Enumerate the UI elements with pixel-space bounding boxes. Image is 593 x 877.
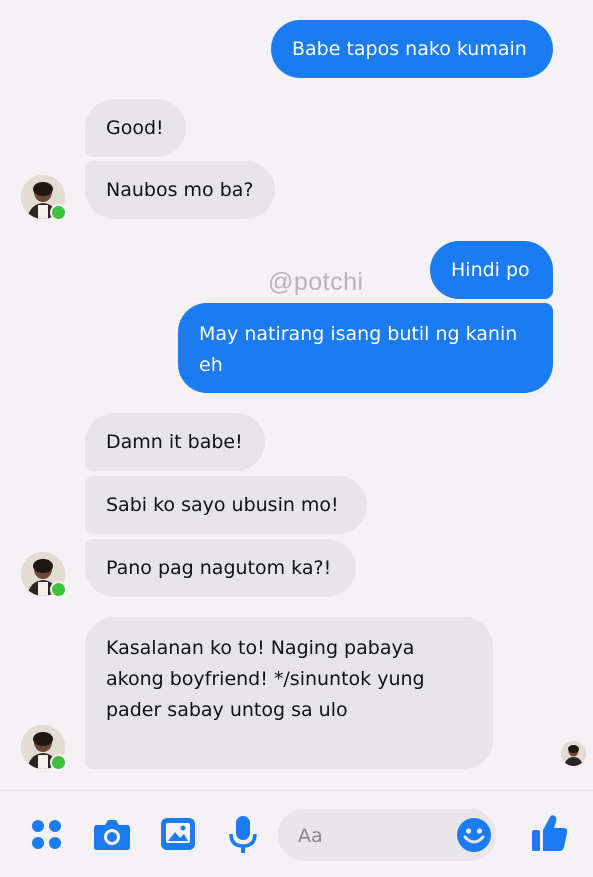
message-text: Naubos mo ba? <box>106 178 254 201</box>
message-text: May natirang isang butil ng kanin eh <box>199 323 518 376</box>
contact-avatar[interactable] <box>21 725 67 771</box>
message-bubble-incoming[interactable]: Sabi ko sayo ubusin mo! <box>85 476 367 534</box>
message-text: Kasalanan ko to! Naging pabaya akong boy… <box>106 637 425 721</box>
message-composer <box>0 790 593 877</box>
message-text: Babe tapos nako kumain <box>292 37 527 60</box>
contact-avatar[interactable] <box>21 175 67 221</box>
message-text: Damn it babe! <box>106 430 243 453</box>
message-bubble-incoming[interactable]: Damn it babe! <box>85 413 265 471</box>
message-text: Good! <box>106 116 164 139</box>
gallery-icon[interactable] <box>160 817 196 851</box>
online-status-dot <box>50 581 67 598</box>
message-bubble-incoming[interactable]: Naubos mo ba? <box>85 161 275 219</box>
message-bubble-outgoing[interactable]: Hindi po <box>430 241 553 299</box>
message-input[interactable] <box>296 821 450 851</box>
thumbs-up-icon[interactable] <box>531 813 569 853</box>
message-text: Pano pag nagutom ka?! <box>106 556 332 579</box>
message-bubble-incoming[interactable]: Kasalanan ko to! Naging pabaya akong boy… <box>85 617 493 769</box>
message-input-container <box>278 809 496 861</box>
emoji-icon[interactable] <box>456 817 492 853</box>
seen-avatar-photo <box>561 741 586 766</box>
online-status-dot <box>50 204 67 221</box>
watermark-text: @potchi <box>268 268 364 296</box>
online-status-dot <box>50 754 67 771</box>
message-text: Hindi po <box>451 258 530 281</box>
message-bubble-outgoing[interactable]: May natirang isang butil ng kanin eh <box>178 303 553 393</box>
message-text: Sabi ko sayo ubusin mo! <box>106 493 339 516</box>
contact-avatar[interactable] <box>21 552 67 598</box>
message-bubble-outgoing[interactable]: Babe tapos nako kumain <box>271 20 553 78</box>
message-bubble-incoming[interactable]: Good! <box>85 99 186 157</box>
seen-receipt-avatar <box>561 741 586 766</box>
message-bubble-incoming[interactable]: Pano pag nagutom ka?! <box>85 539 356 597</box>
microphone-icon[interactable] <box>228 815 258 855</box>
message-thread: Babe tapos nako kumain Good! Naubos mo b… <box>0 0 593 790</box>
menu-dots-icon[interactable] <box>30 818 64 852</box>
camera-icon[interactable] <box>93 817 131 851</box>
